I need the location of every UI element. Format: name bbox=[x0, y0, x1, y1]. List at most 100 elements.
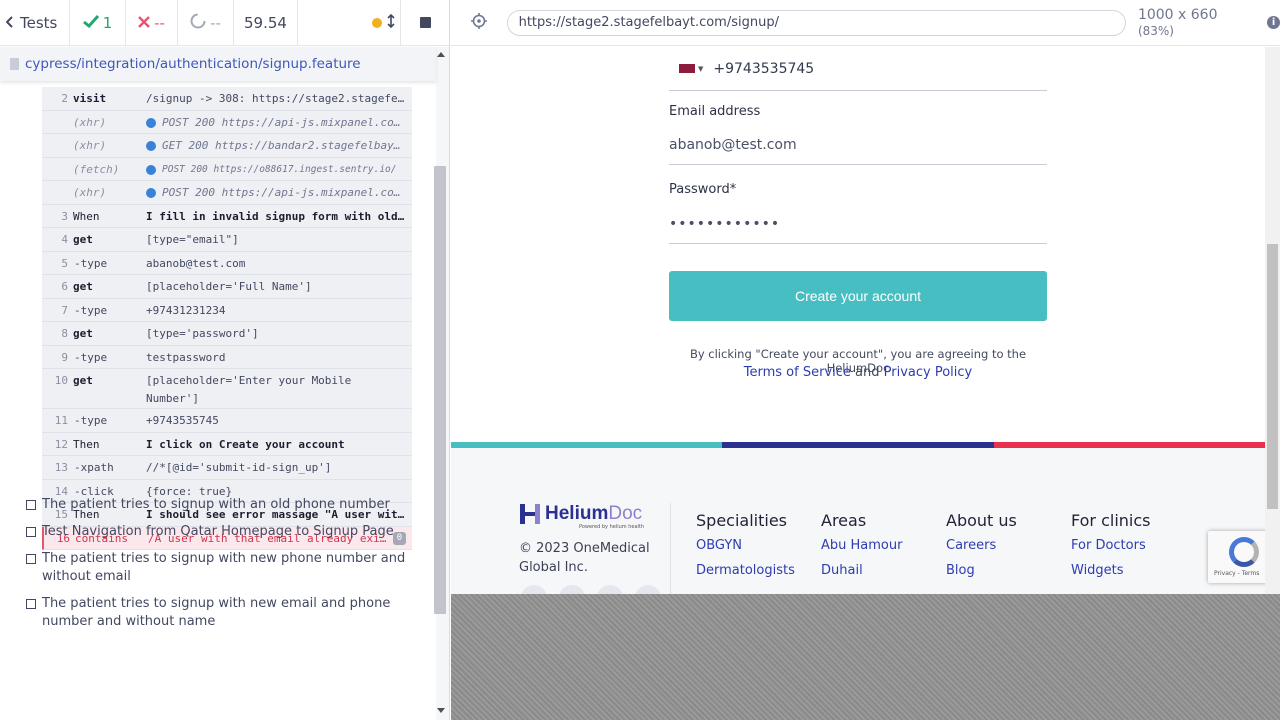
file-icon bbox=[10, 58, 19, 70]
command-name: -type bbox=[74, 256, 108, 270]
run-duration: 59.54 bbox=[234, 0, 298, 46]
command-row[interactable]: 2 visit/signup -> 308: https://stage2.sta… bbox=[42, 87, 412, 111]
selector-playground-button[interactable] bbox=[451, 0, 507, 46]
instagram-icon[interactable] bbox=[597, 585, 623, 594]
command-name: (xhr) bbox=[73, 139, 107, 152]
command-message: abanob@test.com bbox=[146, 256, 246, 270]
linkedin-icon[interactable] bbox=[559, 585, 585, 594]
url-text: https://stage2.stagefelbayt.com/signup/ bbox=[518, 15, 779, 30]
heliumdoc-logo[interactable]: HeliumDoc bbox=[520, 503, 642, 525]
qatar-flag-icon[interactable] bbox=[679, 64, 695, 73]
command-message: POST 200 https://o88617.ingest.sentry.io… bbox=[146, 156, 412, 179]
test-checkbox-icon bbox=[26, 599, 36, 609]
x-icon bbox=[138, 14, 150, 32]
command-message: I click on Create your account bbox=[146, 437, 345, 451]
test-item[interactable]: The patient tries to signup with an old … bbox=[26, 496, 426, 514]
footer-link-dermatologists[interactable]: Dermatologists bbox=[696, 563, 816, 578]
command-row[interactable]: 5 -type abanob@test.com bbox=[42, 251, 412, 275]
aut-scroll-thumb[interactable] bbox=[1267, 244, 1278, 509]
command-message: /signup -> 308: https://stage2.stagefelb… bbox=[146, 92, 412, 105]
command-row[interactable]: 4 get [type="email"] bbox=[42, 228, 412, 252]
command-row[interactable]: 11 -type +9743535745 bbox=[42, 409, 412, 433]
create-account-button[interactable]: Create your account bbox=[669, 271, 1047, 321]
social-icons bbox=[521, 585, 661, 594]
url-bar[interactable]: https://stage2.stagefelbayt.com/signup/ bbox=[506, 9, 1126, 36]
command-row[interactable]: 9 -type testpassword bbox=[42, 345, 412, 369]
command-name: -xpath bbox=[74, 461, 114, 474]
passed-count: 1 bbox=[70, 0, 126, 46]
recaptcha-icon bbox=[1229, 537, 1259, 567]
footer-col-specialities: Specialities OBGYN Dermatologists bbox=[696, 511, 816, 588]
tests-back-link[interactable]: Tests bbox=[0, 0, 70, 46]
phone-input[interactable]: ▼ +9743535745 bbox=[669, 47, 1047, 91]
command-row[interactable]: 13 -xpath //*[@id='submit-id-sign_up'] bbox=[42, 456, 412, 480]
command-name: -type bbox=[74, 303, 108, 317]
request-dot-icon bbox=[146, 188, 156, 198]
tests-list: The patient tries to signup with an old … bbox=[26, 496, 426, 640]
updown-arrows-icon bbox=[386, 13, 395, 32]
command-number: 9 bbox=[61, 350, 68, 364]
and-text: and bbox=[855, 365, 880, 380]
password-field[interactable]: •••••••••••• bbox=[669, 204, 1047, 244]
command-name: -type bbox=[74, 414, 108, 427]
command-message: //*[@id='submit-id-sign_up'] bbox=[146, 461, 332, 474]
footer-link-duhail[interactable]: Duhail bbox=[821, 563, 941, 578]
footer-link-obgyn[interactable]: OBGYN bbox=[696, 538, 816, 553]
command-row[interactable]: 12 Then I click on Create your account bbox=[42, 432, 412, 456]
aut-header: https://stage2.stagefelbayt.com/signup/ … bbox=[451, 0, 1280, 46]
command-log-panel: Tests 1 -- -- 59.54 cypress/integration/… bbox=[0, 0, 450, 720]
terms-of-service-link[interactable]: Terms of Service bbox=[744, 365, 851, 380]
command-row[interactable]: 3 When I fill in invalid signup form with … bbox=[42, 204, 412, 228]
reporter-scroll-thumb[interactable] bbox=[434, 166, 446, 614]
test-item[interactable]: The patient tries to signup with new pho… bbox=[26, 550, 426, 586]
command-name: (fetch) bbox=[73, 162, 120, 176]
test-item[interactable]: The patient tries to signup with new ema… bbox=[26, 595, 426, 631]
email-field[interactable]: abanob@test.com bbox=[669, 125, 1047, 165]
command-number: 5 bbox=[61, 256, 68, 270]
scroll-up-arrow-icon[interactable] bbox=[437, 52, 445, 57]
command-row[interactable]: (fetch) POST 200 https://o88617.ingest.se… bbox=[42, 156, 412, 181]
command-row[interactable]: 10 get [placeholder='Enter your Mobile Num… bbox=[42, 369, 412, 409]
facebook-icon[interactable] bbox=[521, 585, 547, 594]
spec-path-bar[interactable]: cypress/integration/authentication/signu… bbox=[0, 47, 436, 81]
scroll-down-arrow-icon[interactable] bbox=[437, 708, 445, 713]
command-name: When bbox=[73, 209, 100, 223]
command-row[interactable]: (xhr) POST 200 https://api-js.mixpanel.co… bbox=[42, 110, 412, 134]
test-item[interactable]: Test Navigation from Qatar Homepage to S… bbox=[26, 523, 426, 541]
twitter-icon[interactable] bbox=[635, 585, 661, 594]
command-row[interactable]: (xhr) POST 200 https://api-js.mixpanel.co… bbox=[42, 181, 412, 205]
info-icon[interactable]: i bbox=[1267, 16, 1280, 29]
command-row[interactable]: (xhr) GET 200 https://bandar2.stagefelbay… bbox=[42, 134, 412, 158]
pending-count: -- bbox=[178, 0, 234, 46]
footer-col-areas: Areas Abu Hamour Duhail bbox=[821, 511, 941, 588]
pending-circle-icon bbox=[190, 13, 206, 33]
footer-link-widgets[interactable]: Widgets bbox=[1071, 563, 1191, 578]
spec-path[interactable]: cypress/integration/authentication/signu… bbox=[25, 56, 361, 72]
reporter-header: Tests 1 -- -- 59.54 bbox=[0, 0, 449, 46]
command-name: -click bbox=[74, 484, 114, 498]
command-number: 4 bbox=[61, 233, 68, 246]
command-row[interactable]: 7 -type +97431231234 bbox=[42, 298, 412, 322]
command-row[interactable]: 8 get [type='password'] bbox=[42, 322, 412, 346]
caret-down-icon[interactable]: ▼ bbox=[698, 65, 703, 73]
command-row[interactable]: 6 get [placeholder='Full Name'] bbox=[42, 275, 412, 299]
command-number bbox=[42, 111, 68, 116]
auto-scroll-toggle[interactable] bbox=[366, 0, 400, 46]
command-list: 2 visit/signup -> 308: https://stage2.sta… bbox=[42, 87, 412, 550]
command-name: visit bbox=[73, 92, 107, 105]
command-message: I fill in invalid signup form with old e… bbox=[146, 209, 412, 223]
footer-link-blog[interactable]: Blog bbox=[946, 563, 1066, 578]
test-title: The patient tries to signup with new pho… bbox=[42, 551, 406, 584]
aut-empty-area bbox=[451, 594, 1280, 720]
stop-button[interactable] bbox=[400, 0, 449, 46]
footer-link-careers[interactable]: Careers bbox=[946, 538, 1066, 553]
phone-value: +9743535745 bbox=[713, 60, 815, 77]
command-name: (xhr) bbox=[73, 186, 107, 199]
footer-link-abu-hamour[interactable]: Abu Hamour bbox=[821, 538, 941, 553]
command-message: [type="email"] bbox=[146, 233, 239, 246]
footer-link-for-doctors[interactable]: For Doctors bbox=[1071, 538, 1191, 553]
footer-col-about: About us Careers Blog bbox=[946, 511, 1066, 588]
command-message: [placeholder='Full Name'] bbox=[146, 280, 312, 293]
heliumdoc-h-icon bbox=[520, 504, 540, 524]
privacy-policy-link[interactable]: Privacy Policy bbox=[884, 365, 973, 380]
